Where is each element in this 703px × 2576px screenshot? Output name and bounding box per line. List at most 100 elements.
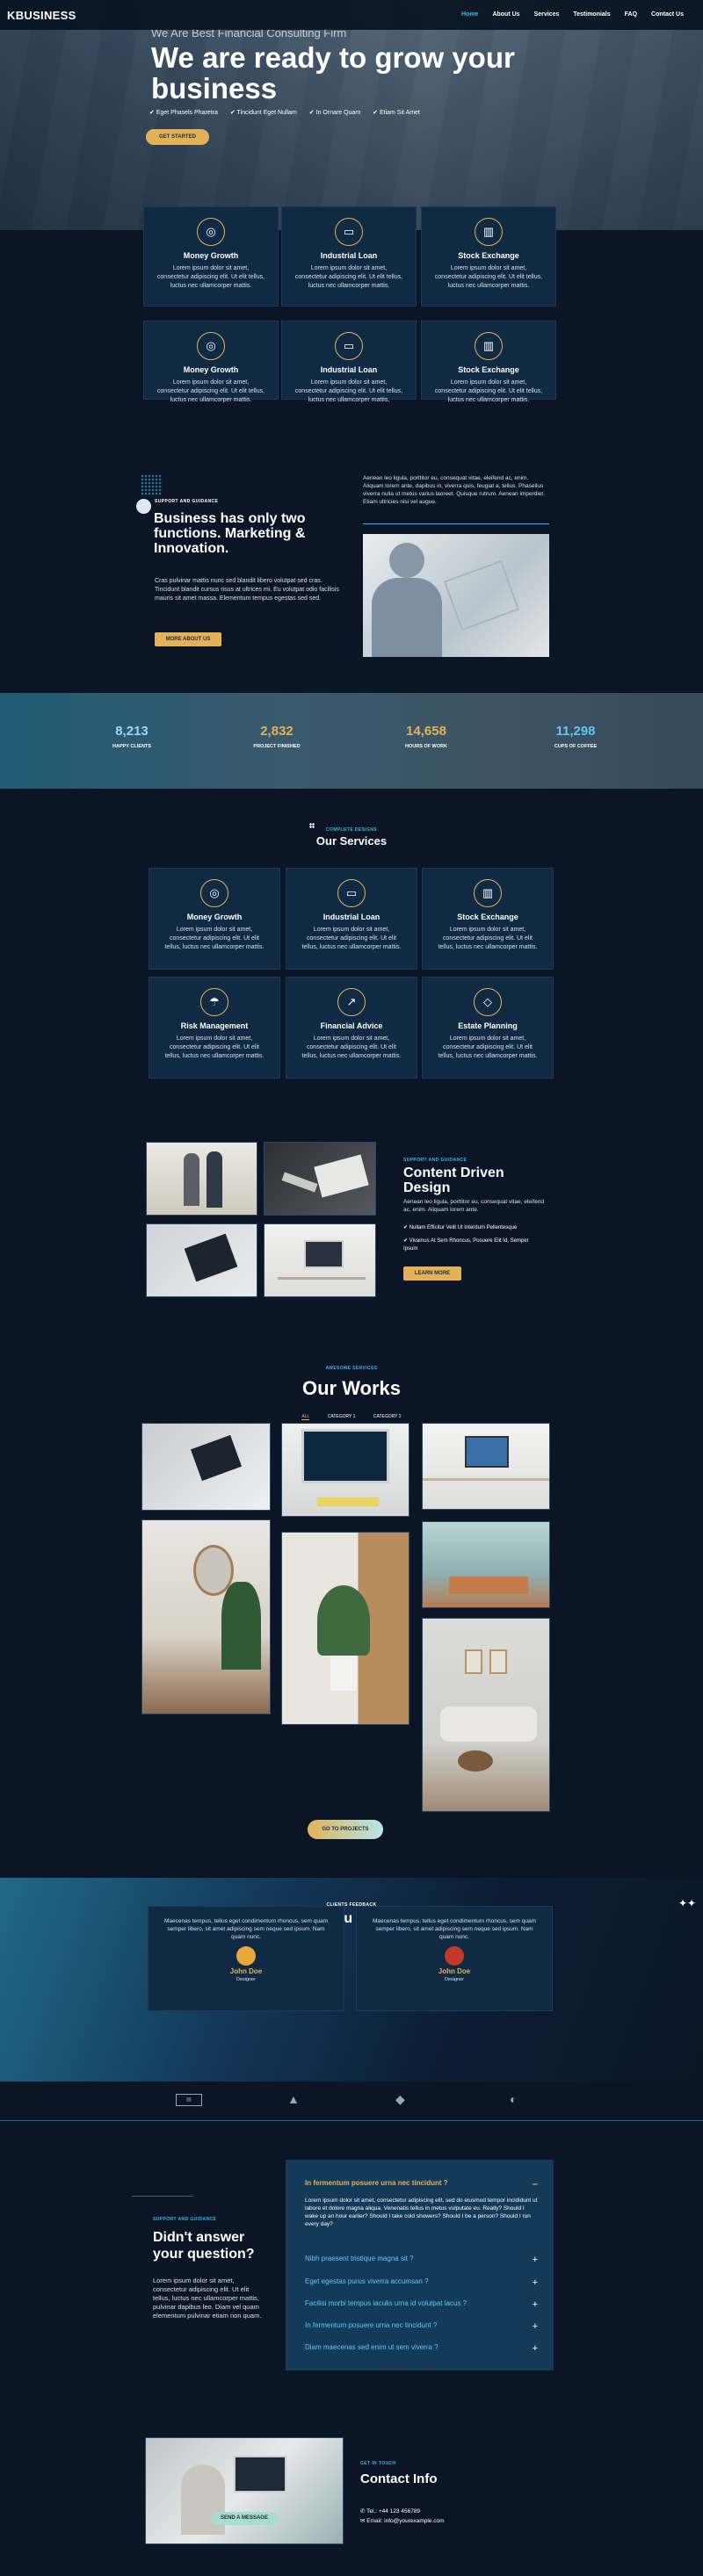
learn-more-button[interactable]: LEARN MORE	[403, 1266, 461, 1281]
faq-item[interactable]: Eget egestas purus viverra accumsan ? +	[305, 2277, 538, 2288]
tab-category-1[interactable]: CATEGORY 1	[328, 1414, 356, 1419]
content-check-item: ✔ Nullam Efficitur Velit Ut Interdum Pel…	[403, 1225, 518, 1230]
about-description: Cras pulvinar mattis nunc sed blandit li…	[155, 578, 339, 602]
nav-services[interactable]: Services	[534, 11, 560, 18]
work-image-3[interactable]	[422, 1423, 550, 1510]
feature-card: ↗ Financial Advice Lorem ipsum dolor sit…	[286, 977, 417, 1079]
card-description: Lorem ipsum dolor sit amet, consectetur …	[164, 927, 265, 950]
nav-home[interactable]: Home	[461, 11, 478, 18]
faq-item[interactable]: Nibh praesent tristique magna sit ? +	[305, 2255, 538, 2265]
feature-card: ▭ Industrial Loan Lorem ipsum dolor sit …	[281, 321, 417, 403]
nav-about[interactable]: About Us	[492, 11, 519, 18]
send-message-button[interactable]: SEND A MESSAGE	[211, 2512, 278, 2525]
faq-item[interactable]: Facilisi morbi tempus iaculis urna id vo…	[305, 2299, 538, 2310]
faq-item[interactable]: In fermentum posuere urna nec tincidunt …	[305, 2321, 538, 2332]
banknote-icon: ▭	[335, 218, 363, 246]
card-description: Lorem ipsum dolor sit amet, consectetur …	[156, 379, 265, 403]
stat-item: 8,213 HAPPY CLIENTS	[70, 724, 193, 749]
content-image-tablet	[146, 1223, 257, 1297]
work-image-6[interactable]	[422, 1521, 550, 1608]
stat-number: 2,832	[260, 724, 294, 739]
contact-label: GET IN TOUCH	[360, 2461, 396, 2466]
card-description: Lorem ipsum dolor sit amet, consectetur …	[156, 265, 265, 289]
works-filter-tabs: ALL CATEGORY 1 CATEGORY 2	[0, 1406, 703, 1422]
chart-icon: ▥	[475, 332, 503, 360]
contact-phone[interactable]: ✆ Tel.: +44 123 456789	[360, 2507, 445, 2516]
feature-card: ▥ Stock Exchange Lorem ipsum dolor sit a…	[421, 321, 556, 403]
contact-image	[145, 2437, 344, 2544]
content-image-desk	[264, 1223, 376, 1297]
feature-card: ▭ Industrial Loan Lorem ipsum dolor sit …	[281, 206, 417, 307]
stat-number: 14,658	[406, 724, 446, 739]
nav-contact[interactable]: Contact Us	[651, 11, 684, 18]
card-title: Stock Exchange	[458, 251, 519, 260]
plus-icon[interactable]: +	[533, 2299, 538, 2310]
go-to-projects-button[interactable]: GO TO PROJECTS	[308, 1820, 383, 1839]
testimonial-quote: Maecenas tempus, tellus eget condimentum…	[372, 1918, 537, 1940]
testimonial-role: Designer	[236, 1977, 256, 1982]
faq-answer: Lorem ipsum dolor sit amet, consectetur …	[305, 2197, 538, 2227]
stat-label: PROJECT FINISHED	[253, 744, 301, 749]
tab-all[interactable]: ALL	[301, 1414, 310, 1420]
card-title: Industrial Loan	[323, 913, 380, 921]
testimonials-title: Talent you can trust.	[283, 1911, 420, 1926]
coins-icon: ◎	[200, 879, 228, 907]
more-about-us-button[interactable]: MORE ABOUT US	[155, 632, 221, 646]
diamond-icon: ◇	[474, 988, 502, 1016]
works-title: Our Works	[301, 1377, 402, 1399]
tab-category-2[interactable]: CATEGORY 2	[373, 1414, 402, 1419]
logo-icon: ▤	[176, 2094, 202, 2106]
work-image-2[interactable]	[281, 1423, 409, 1517]
card-title: Money Growth	[183, 365, 239, 374]
card-description: Lorem ipsum dolor sit amet, consectetur …	[434, 379, 543, 403]
card-title: Money Growth	[183, 251, 239, 260]
stat-item: 14,658 HOURS OF WORK	[365, 724, 488, 749]
minus-icon[interactable]: –	[533, 2179, 538, 2190]
work-image-4[interactable]	[141, 1519, 271, 1714]
nav-links: Home About Us Services Testimonials FAQ …	[461, 11, 684, 18]
coins-icon: ◎	[197, 332, 225, 360]
divider	[0, 2120, 703, 2121]
card-description: Lorem ipsum dolor sit amet, consectetur …	[164, 1035, 265, 1059]
work-image-7[interactable]	[422, 1618, 550, 1812]
services-title: Our Services	[315, 834, 388, 848]
feature-card: ◎ Money Growth Lorem ipsum dolor sit ame…	[143, 206, 279, 307]
plus-icon[interactable]: +	[533, 2321, 538, 2332]
stat-item: 2,832 PROJECT FINISHED	[215, 724, 338, 749]
card-description: Lorem ipsum dolor sit amet, consectetur …	[294, 265, 403, 289]
circle-logo-icon: ◐	[510, 2092, 518, 2106]
content-image-team	[146, 1142, 257, 1216]
site-logo[interactable]: KBUSINESS	[7, 9, 76, 22]
work-image-1[interactable]	[141, 1423, 271, 1511]
card-title: Estate Planning	[458, 1021, 518, 1030]
card-title: Stock Exchange	[457, 913, 518, 921]
trend-icon: ↗	[337, 988, 366, 1016]
top-navbar: KBUSINESS Home About Us Services Testimo…	[0, 0, 703, 30]
content-image-laptop	[264, 1142, 376, 1216]
stat-label: CUPS OF COFFEE	[554, 744, 598, 749]
testimonial-card: Maecenas tempus, tellus eget condimentum…	[148, 1906, 344, 2011]
hero-section: We Are Best Financial Consulting Firm We…	[0, 0, 703, 230]
plus-icon[interactable]: +	[533, 2343, 538, 2354]
work-image-5[interactable]	[281, 1532, 409, 1725]
chart-icon: ▥	[474, 879, 502, 907]
feature-card: ◎ Money Growth Lorem ipsum dolor sit ame…	[143, 321, 279, 403]
testimonial-name: John Doe	[438, 1967, 471, 1975]
plus-icon[interactable]: +	[533, 2277, 538, 2288]
dots-decoration	[141, 474, 163, 496]
contact-email[interactable]: ✉ Email: info@yourexample.com	[360, 2516, 445, 2526]
check-icon: ✔	[403, 1238, 409, 1244]
card-description: Lorem ipsum dolor sit amet, consectetur …	[434, 265, 543, 289]
hero-check-item: In Ornare Quam	[309, 109, 361, 116]
plus-icon[interactable]: +	[533, 2255, 538, 2265]
feature-card: ▥ Stock Exchange Lorem ipsum dolor sit a…	[422, 868, 554, 970]
nav-testimonials[interactable]: Testimonials	[573, 11, 610, 18]
card-title: Stock Exchange	[458, 365, 519, 374]
faq-item-open[interactable]: In fermentum posuere urna nec tincidunt …	[305, 2179, 538, 2190]
faq-item[interactable]: Diam maecenas sed enim ut sem viverra ? +	[305, 2343, 538, 2354]
hero-title: We are ready to grow your business	[151, 41, 515, 105]
nav-faq[interactable]: FAQ	[625, 11, 637, 18]
content-description: Aenean leo ligula, porttitor eu, consequ…	[403, 1199, 545, 1213]
get-started-button[interactable]: GET STARTED	[146, 129, 209, 145]
faq-title: Didn't answer your question?	[153, 2230, 255, 2262]
